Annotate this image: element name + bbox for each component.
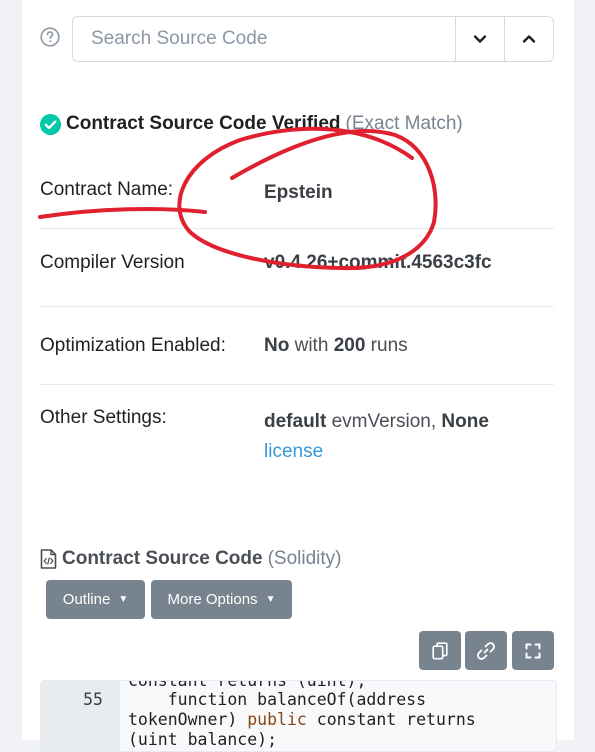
code-line: constant returns (uint); [128, 680, 367, 690]
code-line: tokenOwner) public constant returns [128, 710, 476, 729]
compiler-version: v0.4.26+commit.4563c3fc [264, 252, 492, 273]
search-next-button[interactable] [455, 17, 504, 61]
contract-name-value: Epstein [264, 182, 333, 204]
more-options-label: More Options [167, 591, 258, 608]
copy-source-button[interactable] [419, 631, 461, 670]
divider [40, 228, 554, 229]
source-code-editor[interactable]: constant returns (uint); 55 function bal… [40, 680, 557, 752]
search-source-code-group [72, 16, 554, 62]
divider [40, 384, 554, 385]
copy-icon [432, 641, 448, 659]
source-code-heading: Contract Source Code (Solidity) [40, 548, 342, 570]
chevron-down-icon [473, 35, 487, 43]
optimization-runs: 200 [333, 335, 366, 356]
outline-label: Outline [62, 591, 111, 608]
divider [40, 306, 554, 307]
license-link[interactable]: license [264, 441, 323, 462]
optimization-status: No [264, 335, 290, 356]
compiler-version-label: Compiler Version [40, 252, 185, 273]
code-token: constant returns [306, 710, 476, 729]
chevron-up-icon [522, 35, 536, 43]
copy-link-button[interactable] [465, 631, 507, 670]
optimization-runs-suffix: runs [370, 335, 408, 356]
code-line: function balanceOf(address [128, 690, 427, 709]
source-code-title: Contract Source Code [62, 548, 263, 569]
optimization-label: Optimization Enabled: [40, 335, 226, 356]
code-keyword: public [247, 710, 307, 729]
fullscreen-button[interactable] [512, 631, 554, 670]
expand-icon [525, 643, 541, 658]
evm-default: default [264, 411, 327, 432]
caret-down-icon: ▼ [265, 594, 276, 605]
caret-down-icon: ▼ [118, 594, 129, 605]
verification-match: (Exact Match) [345, 113, 463, 134]
optimization-value: No with 200 runs [264, 335, 408, 357]
compiler-version-value: v0.4.26+commit.4563c3fc [264, 252, 492, 274]
source-code-language: (Solidity) [267, 548, 342, 569]
license-none: None [441, 411, 489, 432]
verification-title: Contract Source Code Verified [66, 113, 341, 134]
optimization-with: with [294, 335, 329, 356]
outline-dropdown-button[interactable]: Outline ▼ [46, 580, 145, 619]
file-code-icon [40, 549, 57, 569]
other-settings-value: default evmVersion, None license [264, 407, 489, 467]
other-settings-label: Other Settings: [40, 407, 167, 428]
contract-name-label: Contract Name: [40, 179, 174, 200]
evm-version-text: evmVersion, [331, 411, 437, 432]
more-options-dropdown-button[interactable]: More Options ▼ [151, 580, 292, 619]
search-input[interactable] [73, 17, 455, 61]
check-circle-icon [40, 113, 61, 135]
verification-status: Contract Source Code Verified (Exact Mat… [40, 113, 463, 135]
help-circle-icon[interactable] [40, 27, 60, 47]
search-prev-button[interactable] [504, 17, 553, 61]
contract-name: Epstein [264, 182, 333, 203]
line-number: 55 [83, 690, 103, 709]
code-token: tokenOwner) [128, 710, 248, 729]
link-icon [477, 641, 495, 660]
contract-code-card [22, 0, 574, 740]
